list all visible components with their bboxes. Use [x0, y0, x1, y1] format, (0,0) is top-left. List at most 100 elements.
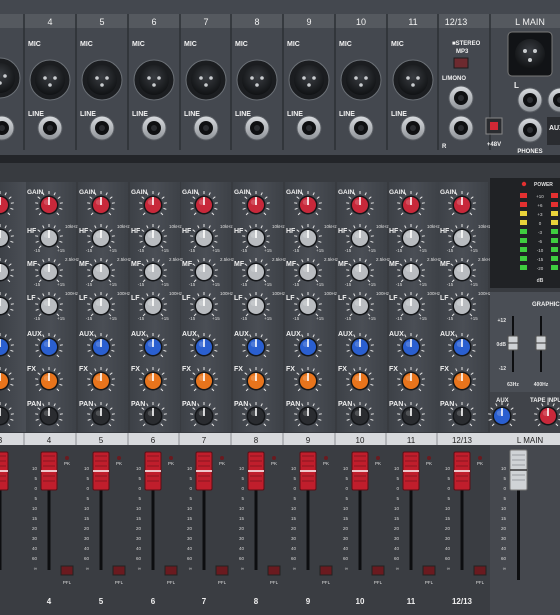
line-input[interactable] — [141, 115, 167, 141]
xlr-input[interactable] — [133, 59, 175, 101]
eq-max: +15 — [264, 282, 272, 287]
pfl-button[interactable] — [473, 565, 487, 576]
lf-freq: 100Hz — [65, 291, 79, 296]
pfl-label: PFL — [476, 580, 485, 585]
pfl-button[interactable] — [267, 565, 281, 576]
eq-scale: +12 — [498, 318, 507, 324]
xlr-input[interactable] — [81, 59, 123, 101]
r-label: R — [442, 144, 447, 150]
xlr-input[interactable] — [236, 59, 278, 101]
phantom-label: +48V — [487, 142, 501, 148]
pfl-button[interactable] — [60, 565, 74, 576]
aux-label: AUX — [440, 331, 455, 338]
peak-led — [272, 456, 276, 460]
line-input[interactable] — [400, 115, 426, 141]
jack-core — [306, 125, 312, 131]
meter-led — [551, 265, 558, 270]
pfl-button[interactable] — [422, 565, 436, 576]
meter-led — [520, 238, 527, 243]
fader-scale-mark: 60 — [291, 556, 297, 561]
fader-scale-mark: 20 — [445, 526, 451, 531]
fader-scale-mark: ∞ — [293, 566, 296, 571]
fader-scale-mark: 20 — [84, 526, 90, 531]
jack-core — [151, 125, 157, 131]
fader-scale-mark: 10 — [239, 506, 245, 511]
line-input[interactable] — [89, 115, 115, 141]
pk-label: PK — [426, 461, 432, 466]
fader-scale-mark: 10 — [239, 466, 245, 471]
xlr-input[interactable] — [288, 59, 330, 101]
main-label: L MAIN — [517, 436, 544, 445]
xlr-pin — [199, 76, 203, 80]
channel-label: 8 — [254, 436, 259, 445]
eq-min: -15 — [447, 316, 454, 321]
meter-scale: +10 — [536, 194, 544, 199]
jack-core — [47, 125, 53, 131]
pan-label: PAN — [79, 401, 93, 408]
phones-jack[interactable] — [517, 117, 543, 143]
lf-freq: 100Hz — [324, 291, 338, 296]
power-led — [521, 181, 527, 187]
xlr-input[interactable] — [29, 59, 71, 101]
l-label: L — [514, 81, 519, 90]
fader-scale-mark: ∞ — [138, 566, 141, 571]
pan-label: PAN — [338, 401, 352, 408]
pfl-label: PFL — [167, 580, 176, 585]
eq-scale: -12 — [499, 366, 506, 372]
hf-freq: 10kHz — [324, 224, 338, 229]
eq-min: -15 — [345, 282, 352, 287]
lmono-input[interactable] — [448, 85, 474, 111]
eq-min: -15 — [189, 248, 196, 253]
line-input[interactable] — [296, 115, 322, 141]
meter-scale: +6 — [537, 203, 543, 208]
pfl-button[interactable] — [319, 565, 333, 576]
pan-label: PAN — [389, 401, 403, 408]
fader-scale-mark: 15 — [445, 516, 451, 521]
fader-scale-mark: 10 — [136, 466, 142, 471]
xlr-input[interactable] — [185, 59, 227, 101]
line-input[interactable] — [244, 115, 270, 141]
lf-label: LF — [338, 295, 347, 302]
line-input[interactable] — [37, 115, 63, 141]
xlr-pin — [250, 76, 254, 80]
xlr-pin — [147, 76, 151, 80]
fader-scale-mark: 30 — [84, 536, 90, 541]
xlr-pin — [53, 76, 57, 80]
fader-scale-mark: 10 — [291, 466, 297, 471]
mixer-panel: 4 5 6 7 8 9 10 11 12/13 L MAIN MIC LINE MIC LINE MIC LI… — [0, 0, 560, 615]
eq-max: +15 — [264, 316, 272, 321]
xlr-input[interactable] — [340, 59, 382, 101]
pk-label: PK — [64, 461, 70, 466]
fader-scale-mark: 20 — [239, 526, 245, 531]
eq-min: -15 — [138, 282, 145, 287]
line-input[interactable] — [348, 115, 374, 141]
main-out-jack[interactable] — [517, 87, 543, 113]
fader-scale-mark: 30 — [136, 536, 142, 541]
pfl-button[interactable] — [215, 565, 229, 576]
meter-led — [551, 220, 558, 225]
xlr-pin — [105, 76, 109, 80]
main-out-xlr[interactable] — [507, 31, 553, 77]
aux-label: AUX — [234, 331, 249, 338]
mp3-button[interactable] — [453, 57, 469, 69]
fader-scale-mark: 30 — [343, 536, 349, 541]
hf-freq: 10kHz — [427, 224, 441, 229]
pfl-button[interactable] — [164, 565, 178, 576]
fx-label: FX — [131, 366, 140, 373]
mp3-label: MP3 — [456, 49, 469, 55]
xlr-socket — [191, 65, 221, 95]
line-label: LINE — [287, 111, 303, 118]
main-fader-scale-mark: 60 — [501, 556, 507, 561]
line-input[interactable] — [193, 115, 219, 141]
fx-label: FX — [182, 366, 191, 373]
xlr-input[interactable] — [392, 59, 434, 101]
xlr-pin — [416, 76, 420, 80]
pfl-button[interactable] — [371, 565, 385, 576]
mf-label: MF — [27, 261, 38, 268]
r-input[interactable] — [448, 115, 474, 141]
fader-scale-mark: 10 — [394, 466, 400, 471]
peak-led — [324, 456, 328, 460]
lf-label: LF — [79, 295, 88, 302]
pfl-button[interactable] — [112, 565, 126, 576]
xlr-pin — [302, 76, 306, 80]
